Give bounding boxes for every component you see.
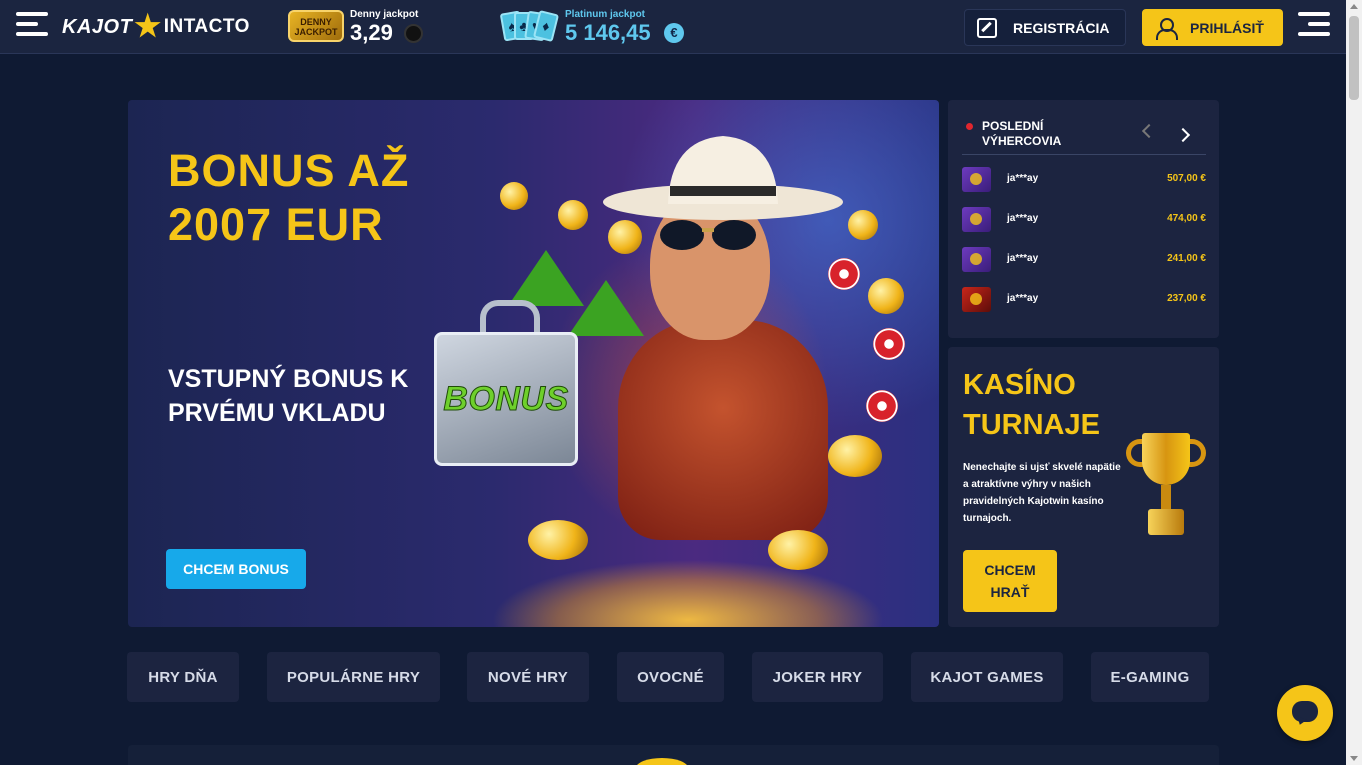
daily-jackpot-badge: DENNY JACKPOT: [288, 10, 344, 42]
login-label: PRIHLÁSIŤ: [1190, 19, 1264, 36]
menu-icon[interactable]: [1298, 12, 1330, 40]
page-scrollbar[interactable]: [1346, 0, 1362, 765]
tab-new-games[interactable]: NOVÉ HRY: [467, 652, 589, 702]
hero-title-line1: BONUS AŽ: [168, 145, 410, 196]
winner-name: ja***ay: [1007, 173, 1039, 184]
hero-model-body: [618, 320, 828, 540]
daily-jackpot-value: 3,29: [350, 20, 393, 45]
trophy-icon: [1126, 433, 1206, 543]
palm-decoration: [568, 280, 644, 336]
chat-bubble-icon: [1292, 701, 1318, 722]
tab-fruit-games[interactable]: OVOCNÉ: [617, 652, 724, 702]
top-header: KAJOT ★ INTACTO DENNY JACKPOT Denny jack…: [0, 0, 1346, 54]
scrollbar-thumb[interactable]: [1349, 16, 1359, 100]
platinum-jackpot-value: 5 146,45: [565, 20, 651, 45]
game-thumbnail: [962, 287, 991, 312]
hero-subtitle: VSTUPNÝ BONUS K PRVÉMU VKLADU: [168, 365, 409, 427]
play-tournament-button[interactable]: CHCEM HRAŤ: [963, 550, 1057, 612]
hero-banner[interactable]: BONUS BONUS AŽ 2007 EUR VSTUPNÝ BONUS K …: [128, 100, 939, 627]
playing-cards-icon: ♠ ♣ ♥ ♦: [499, 9, 560, 43]
logo[interactable]: KAJOT ★ INTACTO: [62, 12, 250, 42]
chat-button[interactable]: [1277, 685, 1333, 741]
tournaments-title-line2: TURNAJE: [963, 409, 1100, 441]
winner-name: ja***ay: [1007, 293, 1039, 304]
game-thumbnail: [962, 247, 991, 272]
winner-amount: 241,00 €: [1167, 253, 1206, 264]
platinum-jackpot-label: Platinum jackpot: [565, 9, 646, 20]
coin-decoration: [558, 200, 588, 230]
tournaments-title: KASÍNO TURNAJE: [963, 365, 1100, 445]
user-icon: [1156, 17, 1178, 40]
game-category-tabs: HRY DŇA POPULÁRNE HRY NOVÉ HRY OVOCNÉ JO…: [0, 652, 1346, 702]
logo-sub: INTACTO: [163, 16, 250, 37]
tab-kajot-games[interactable]: KAJOT GAMES: [911, 652, 1063, 702]
hero-cta-button[interactable]: CHCEM BONUS: [166, 549, 306, 589]
coin-decoration: [868, 278, 904, 314]
tab-e-gaming[interactable]: E-GAMING: [1091, 652, 1209, 702]
bonus-badge: BONUS: [443, 380, 569, 419]
chevron-right-icon[interactable]: [1175, 127, 1191, 143]
winner-amount: 474,00 €: [1167, 213, 1206, 224]
divider: [962, 154, 1206, 155]
winners-title: POSLEDNÍ VÝHERCOVIA: [982, 119, 1062, 148]
game-thumbnail: [962, 207, 991, 232]
coin-decoration: [828, 435, 882, 477]
winner-row[interactable]: ja***ay 474,00 €: [962, 207, 1206, 233]
winner-name: ja***ay: [1007, 213, 1039, 224]
menu-icon[interactable]: [16, 12, 48, 40]
briefcase-handle: [480, 300, 540, 336]
edit-icon: [977, 17, 997, 38]
coin-decoration: [500, 182, 528, 210]
winner-amount: 507,00 €: [1167, 173, 1206, 184]
scroll-up-icon[interactable]: [1350, 4, 1358, 9]
coin-decoration: [528, 520, 588, 560]
hero-title-line2: 2007 EUR: [168, 199, 384, 250]
logo-brand: KAJOT: [62, 15, 133, 38]
daily-jackpot-label: Denny jackpot: [350, 9, 419, 20]
hat-icon: [603, 136, 843, 220]
tab-popular-games[interactable]: POPULÁRNE HRY: [267, 652, 440, 702]
hero-title: BONUS AŽ 2007 EUR: [168, 144, 409, 252]
scroll-down-icon[interactable]: [1350, 756, 1358, 761]
star-icon: ★: [134, 10, 162, 43]
winner-name: ja***ay: [1007, 253, 1039, 264]
tab-games-of-day[interactable]: HRY DŇA: [127, 652, 239, 702]
live-dot-icon: [966, 123, 973, 130]
coin-decoration: [608, 220, 642, 254]
casino-chip-icon: [873, 328, 905, 360]
tournament-cta-line2: HRAŤ: [990, 584, 1030, 600]
chevron-left-icon[interactable]: [1141, 123, 1157, 139]
coin-icon: [404, 24, 423, 43]
winner-row[interactable]: ja***ay 507,00 €: [962, 167, 1206, 193]
casino-chip-icon: [866, 390, 898, 422]
game-thumbnail: [962, 167, 991, 192]
winner-amount: 237,00 €: [1167, 293, 1206, 304]
casino-chip-icon: [828, 258, 860, 290]
register-button[interactable]: REGISTRÁCIA: [964, 9, 1126, 46]
sunglasses-icon: [660, 220, 756, 250]
tournaments-panel: KASÍNO TURNAJE Nenechajte si ujsť skvelé…: [948, 347, 1219, 627]
tournaments-title-line1: KASÍNO: [963, 369, 1076, 401]
tab-joker-games[interactable]: JOKER HRY: [752, 652, 883, 702]
tournaments-description: Nenechajte si ujsť skvelé napätie a atra…: [963, 462, 1121, 524]
recent-winners-panel: POSLEDNÍ VÝHERCOVIA ja***ay 507,00 € ja*…: [948, 100, 1219, 338]
winner-row[interactable]: ja***ay 237,00 €: [962, 287, 1206, 313]
winner-row[interactable]: ja***ay 241,00 €: [962, 247, 1206, 273]
euro-icon: €: [664, 23, 684, 43]
login-button[interactable]: PRIHLÁSIŤ: [1142, 9, 1283, 46]
register-label: REGISTRÁCIA: [1013, 19, 1110, 36]
coin-decoration: [768, 530, 828, 570]
tournament-cta-line1: CHCEM: [984, 562, 1036, 578]
coin-decoration: [848, 210, 878, 240]
